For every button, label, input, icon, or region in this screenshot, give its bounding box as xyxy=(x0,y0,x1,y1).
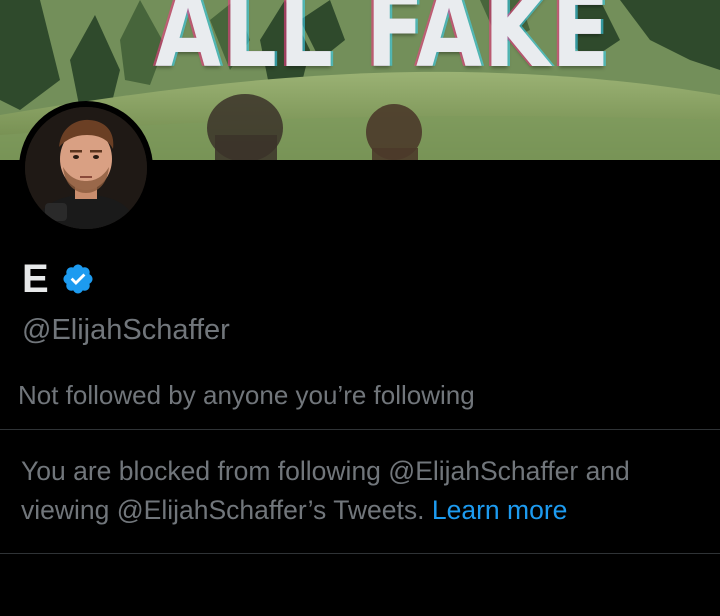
followers-you-know-text: Not followed by anyone you’re following xyxy=(18,380,475,410)
blocked-notice: You are blocked from following @ElijahSc… xyxy=(21,452,701,530)
divider xyxy=(0,553,720,554)
profile-handle: @ElijahSchaffer xyxy=(22,314,230,346)
display-name: E xyxy=(22,257,49,301)
verified-badge-icon[interactable] xyxy=(61,262,95,296)
avatar[interactable] xyxy=(25,107,147,229)
divider xyxy=(0,429,720,430)
learn-more-link[interactable]: Learn more xyxy=(432,495,568,525)
banner-overlay-text: ALL FAKE xyxy=(155,0,612,91)
avatar-portrait xyxy=(25,107,147,229)
avatar-ring xyxy=(19,101,153,235)
profile-name-row: E xyxy=(22,256,95,302)
